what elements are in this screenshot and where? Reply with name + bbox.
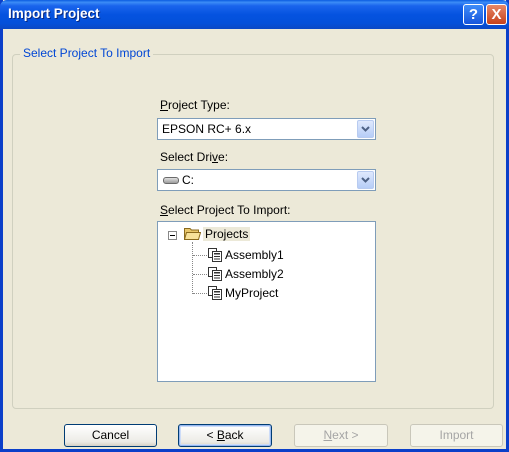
- tree-item-assembly2[interactable]: Assembly2: [225, 267, 284, 281]
- tree-connector: [192, 242, 193, 294]
- drive-dropdown-button[interactable]: [357, 171, 374, 189]
- import-button[interactable]: Import: [410, 424, 503, 447]
- tree-connector: [193, 293, 207, 294]
- project-type-value: EPSON RC+ 6.x: [162, 122, 252, 136]
- tree-connector: [193, 274, 207, 275]
- drive-icon: [163, 177, 179, 184]
- chevron-down-icon: [361, 126, 370, 132]
- cancel-button[interactable]: Cancel: [64, 424, 157, 447]
- tree-item-myproject[interactable]: MyProject: [225, 286, 278, 300]
- next-button[interactable]: Next >: [294, 424, 388, 447]
- tree-connector: [193, 255, 207, 256]
- close-icon: X: [491, 6, 502, 23]
- close-button[interactable]: X: [486, 4, 507, 25]
- project-type-dropdown-button[interactable]: [357, 120, 374, 138]
- chevron-down-icon: [361, 177, 370, 183]
- collapse-toggle[interactable]: [168, 231, 177, 240]
- project-icon: [208, 286, 222, 300]
- group-label: Select Project To Import: [20, 46, 154, 60]
- tree-root-projects[interactable]: Projects: [203, 227, 251, 241]
- project-icon: [208, 267, 222, 281]
- project-tree[interactable]: Projects Assembly1 Assembly2 MyProject: [157, 221, 376, 382]
- help-button[interactable]: ?: [463, 4, 484, 25]
- help-icon: ?: [468, 6, 479, 23]
- select-project-label: Select Project To Import:: [160, 203, 291, 217]
- window-title: Import Project: [8, 6, 100, 21]
- drive-combo[interactable]: C:: [157, 169, 376, 191]
- tree-item-assembly1[interactable]: Assembly1: [225, 248, 284, 262]
- project-type-label: Project Type:: [160, 98, 230, 112]
- back-button[interactable]: < Back: [178, 424, 272, 447]
- project-icon: [208, 248, 222, 262]
- select-drive-label: Select Drive:: [160, 150, 229, 164]
- title-bar[interactable]: Import Project ? X: [0, 0, 509, 29]
- folder-open-icon: [184, 228, 201, 240]
- project-type-combo[interactable]: EPSON RC+ 6.x: [157, 118, 376, 140]
- drive-value: C:: [182, 173, 194, 187]
